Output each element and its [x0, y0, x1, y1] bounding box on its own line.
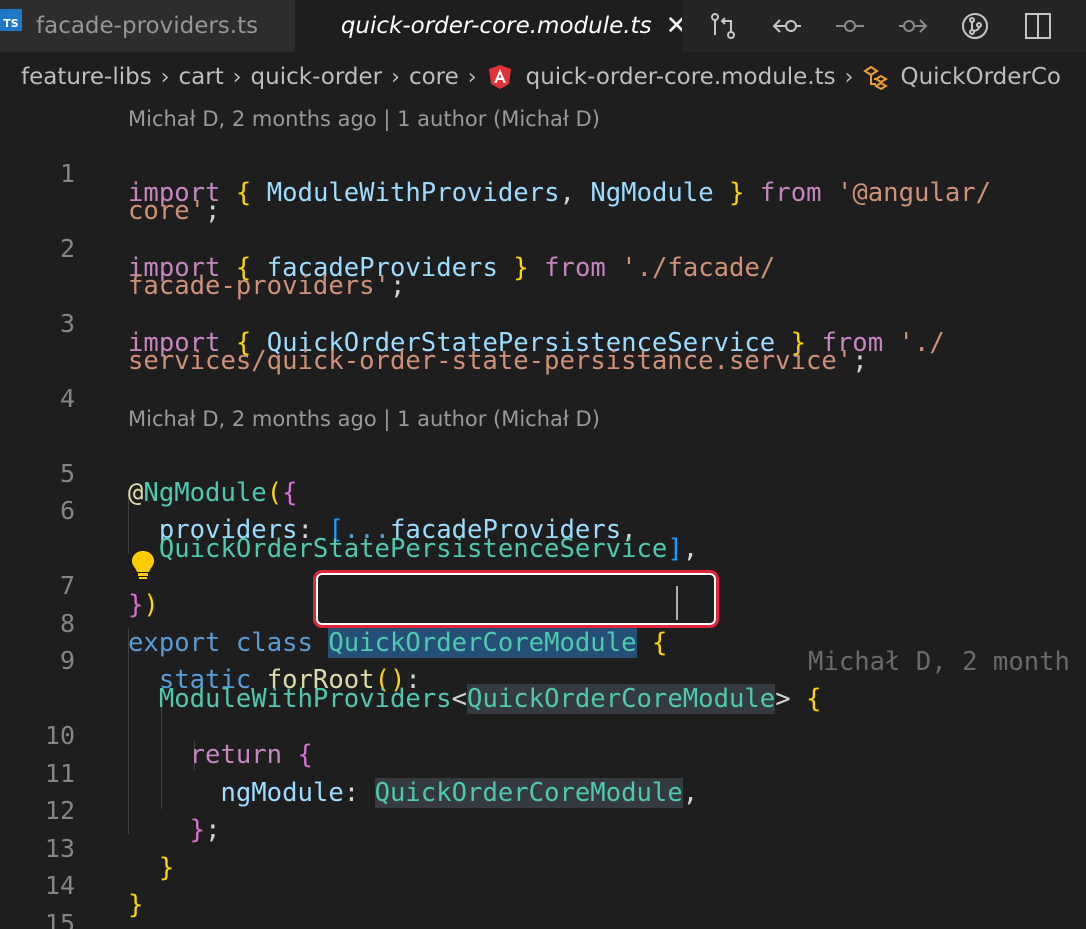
code-line: 13 } [0, 811, 1086, 883]
code-editor[interactable]: Michał D, 2 months ago | 1 author (Micha… [0, 102, 1086, 929]
line-number: 4 [59, 384, 75, 413]
code-line-wrap: ModuleWithProviders<QuickOrderCoreModule… [0, 661, 1086, 714]
breadcrumb-separator: › [844, 64, 854, 90]
git-commit-icon[interactable] [834, 0, 897, 52]
code-line: 1 import { ModuleWithProviders, NgModule… [0, 136, 1086, 208]
code-line: 3 import { QuickOrderStatePersistenceSer… [0, 286, 1086, 358]
text-cursor [676, 586, 678, 620]
tab-quick-order-core-module[interactable]: quick-order-core.module.ts ✕ [294, 0, 682, 52]
codelens-blame[interactable]: Michał D, 2 months ago | 1 author (Micha… [128, 402, 600, 436]
tab-label: quick-order-core.module.ts [340, 13, 652, 39]
code-line-wrap: core'; [0, 173, 1086, 226]
tab-label: facade-providers.ts [36, 13, 259, 39]
breadcrumb-separator: › [232, 64, 242, 90]
breadcrumb: feature-libs › cart › quick-order › core… [0, 52, 1086, 102]
line-number: 15 [44, 909, 75, 929]
code-line-wrap: services/quick-order-state-persistance.s… [0, 323, 1086, 376]
code-line: 11 ngModule: QuickOrderCoreModule, [0, 736, 1086, 808]
previous-change-icon[interactable] [771, 0, 834, 52]
code-line-wrap: facade-providers'; [0, 248, 1086, 301]
code-line: 6 providers: [...facadeProviders, [0, 473, 1086, 545]
code-line: 9 static forRoot(): [0, 623, 1086, 695]
code-line: 14 } [0, 848, 1086, 920]
breadcrumb-separator: › [467, 64, 477, 90]
tab-bar: TS facade-providers.ts quick-order-core.… [0, 0, 1086, 52]
code-line: 4 [0, 361, 1086, 413]
split-editor-icon[interactable] [1023, 0, 1086, 52]
code-line: 5 @NgModule({ [0, 436, 1086, 508]
editor-actions [682, 0, 1086, 52]
code-line: 2 import { facadeProviders } from './fac… [0, 211, 1086, 283]
class-symbol-icon [863, 65, 889, 90]
breadcrumb-separator: › [391, 64, 400, 90]
tab-facade-providers[interactable]: TS facade-providers.ts [0, 0, 295, 52]
codelens-blame[interactable]: Michał D, 2 months ago | 1 author (Micha… [128, 102, 600, 136]
open-changes-icon[interactable] [708, 0, 771, 52]
breadcrumb-cart[interactable]: cart [179, 64, 224, 90]
breadcrumb-core[interactable]: core [409, 64, 459, 90]
lightbulb-icon[interactable] [128, 548, 158, 582]
breadcrumb-file[interactable]: quick-order-core.module.ts [526, 64, 836, 90]
close-icon[interactable]: ✕ [666, 11, 682, 41]
next-change-icon[interactable] [897, 0, 960, 52]
code-line: 12 }; [0, 773, 1086, 845]
code-line-wrap: QuickOrderStatePersistenceService], [0, 511, 1086, 564]
highlight-annotation-box [313, 570, 719, 628]
breadcrumb-feature-libs[interactable]: feature-libs [21, 64, 152, 90]
git-lens-icon[interactable] [960, 0, 1023, 52]
breadcrumb-quick-order[interactable]: quick-order [251, 64, 383, 90]
code-line: 15 [0, 886, 1086, 929]
angular-icon [488, 65, 511, 89]
breadcrumb-class[interactable]: QuickOrderCo [900, 64, 1061, 90]
code-line: 10 return { [0, 698, 1086, 770]
breadcrumb-separator: › [160, 64, 170, 90]
ts-file-icon: TS [0, 9, 22, 31]
